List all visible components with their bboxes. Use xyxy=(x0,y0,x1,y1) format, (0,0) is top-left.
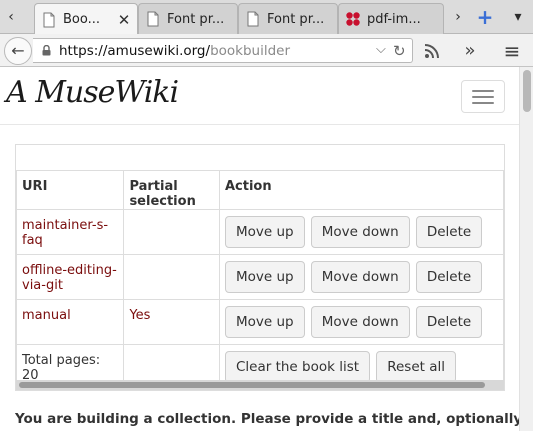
site-logo[interactable]: A MuseWiki xyxy=(6,75,179,110)
tab-pdf-imposition[interactable]: pdf-im... xyxy=(338,3,444,34)
tab-font-preview-2[interactable]: Font pr... xyxy=(238,3,338,34)
close-tab-icon[interactable]: ✕ xyxy=(117,11,131,29)
table-row: maintainer-s-faq Move up Move down Delet… xyxy=(16,209,504,255)
partial-selection-cell xyxy=(123,209,220,255)
page-icon xyxy=(147,11,159,27)
column-header-uri: URI xyxy=(16,170,125,210)
move-up-button[interactable]: Move up xyxy=(224,261,305,293)
book-list-table-container: URI Partial selection Action maintainer-… xyxy=(15,144,505,391)
rss-icon[interactable] xyxy=(424,43,440,59)
tab-scroll-right-button[interactable]: › xyxy=(447,4,469,30)
url-origin: https://amusewiki.org/ xyxy=(59,43,211,59)
site-header: A MuseWiki xyxy=(0,67,519,125)
pdf-favicon-icon xyxy=(346,12,360,26)
tab-title: Boo... xyxy=(63,12,100,27)
partial-selection-cell xyxy=(123,254,220,300)
hamburger-line xyxy=(472,90,494,92)
clear-book-list-button[interactable]: Clear the book list xyxy=(224,351,371,383)
tab-scroll-left-button[interactable]: ‹ xyxy=(0,4,22,30)
page-icon xyxy=(247,11,259,27)
delete-button[interactable]: Delete xyxy=(415,261,483,293)
tab-title: pdf-im... xyxy=(367,11,421,27)
uri-link[interactable]: offline-editing-via-git xyxy=(16,254,125,300)
book-list-table: URI Partial selection Action maintainer-… xyxy=(16,170,504,390)
table-header-row: URI Partial selection Action xyxy=(16,170,504,210)
action-cell: Move up Move down Delete xyxy=(218,299,504,345)
delete-button[interactable]: Delete xyxy=(415,306,483,338)
table-horizontal-scrollbar[interactable] xyxy=(16,380,504,390)
page-vertical-scrollbar[interactable] xyxy=(519,67,533,431)
reload-icon[interactable]: ↻ xyxy=(393,42,406,60)
tab-font-preview-1[interactable]: Font pr... xyxy=(138,3,238,34)
scrollbar-thumb[interactable] xyxy=(523,70,531,112)
url-path: bookbuilder xyxy=(210,43,291,59)
action-cell: Move up Move down Delete xyxy=(218,209,504,255)
list-all-tabs-button[interactable]: ▾ xyxy=(507,4,529,30)
uri-link[interactable]: manual xyxy=(16,299,125,345)
tab-title: Font pr... xyxy=(267,11,325,27)
uri-link[interactable]: maintainer-s-faq xyxy=(16,209,125,255)
table-row: offline-editing-via-git Move up Move dow… xyxy=(16,254,504,300)
scrollbar-thumb[interactable] xyxy=(19,382,485,388)
reset-all-button[interactable]: Reset all xyxy=(376,351,456,383)
toolbar-overflow-button[interactable]: » xyxy=(459,40,481,62)
page-icon xyxy=(43,12,55,27)
partial-selection-cell: Yes xyxy=(123,299,220,345)
new-tab-button[interactable]: + xyxy=(474,4,496,30)
url-history-dropdown-icon[interactable]: ⌵ xyxy=(376,42,386,57)
move-down-button[interactable]: Move down xyxy=(310,216,410,248)
move-down-button[interactable]: Move down xyxy=(310,306,410,338)
action-cell: Move up Move down Delete xyxy=(218,254,504,300)
navigation-toolbar: ← https://amusewiki.org/bookbuilder ⌵ ↻ … xyxy=(0,34,533,67)
collection-notice-text: You are building a collection. Please pr… xyxy=(15,411,519,427)
tab-title: Font pr... xyxy=(167,11,225,27)
column-header-partial-selection: Partial selection xyxy=(123,170,220,210)
move-up-button[interactable]: Move up xyxy=(224,216,305,248)
table-row: manual Yes Move up Move down Delete xyxy=(16,299,504,345)
tab-strip: ‹ Boo... ✕ Font pr... Font pr... pdf-im.… xyxy=(0,0,533,35)
url-text[interactable]: https://amusewiki.org/bookbuilder xyxy=(59,43,290,59)
hamburger-line xyxy=(472,102,494,104)
column-header-action: Action xyxy=(218,170,504,210)
url-bar[interactable]: https://amusewiki.org/bookbuilder ⌵ ↻ xyxy=(33,38,413,63)
hamburger-line xyxy=(472,96,494,98)
site-nav-toggle-button[interactable] xyxy=(461,80,505,113)
back-button[interactable]: ← xyxy=(4,37,32,65)
move-up-button[interactable]: Move up xyxy=(224,306,305,338)
lock-icon xyxy=(42,45,51,56)
page-content: A MuseWiki URI Partial selection Action xyxy=(0,67,519,431)
move-down-button[interactable]: Move down xyxy=(310,261,410,293)
delete-button[interactable]: Delete xyxy=(415,216,483,248)
hamburger-menu-icon[interactable]: ≡ xyxy=(501,40,523,62)
tab-bookbuilder[interactable]: Boo... ✕ xyxy=(34,3,138,35)
